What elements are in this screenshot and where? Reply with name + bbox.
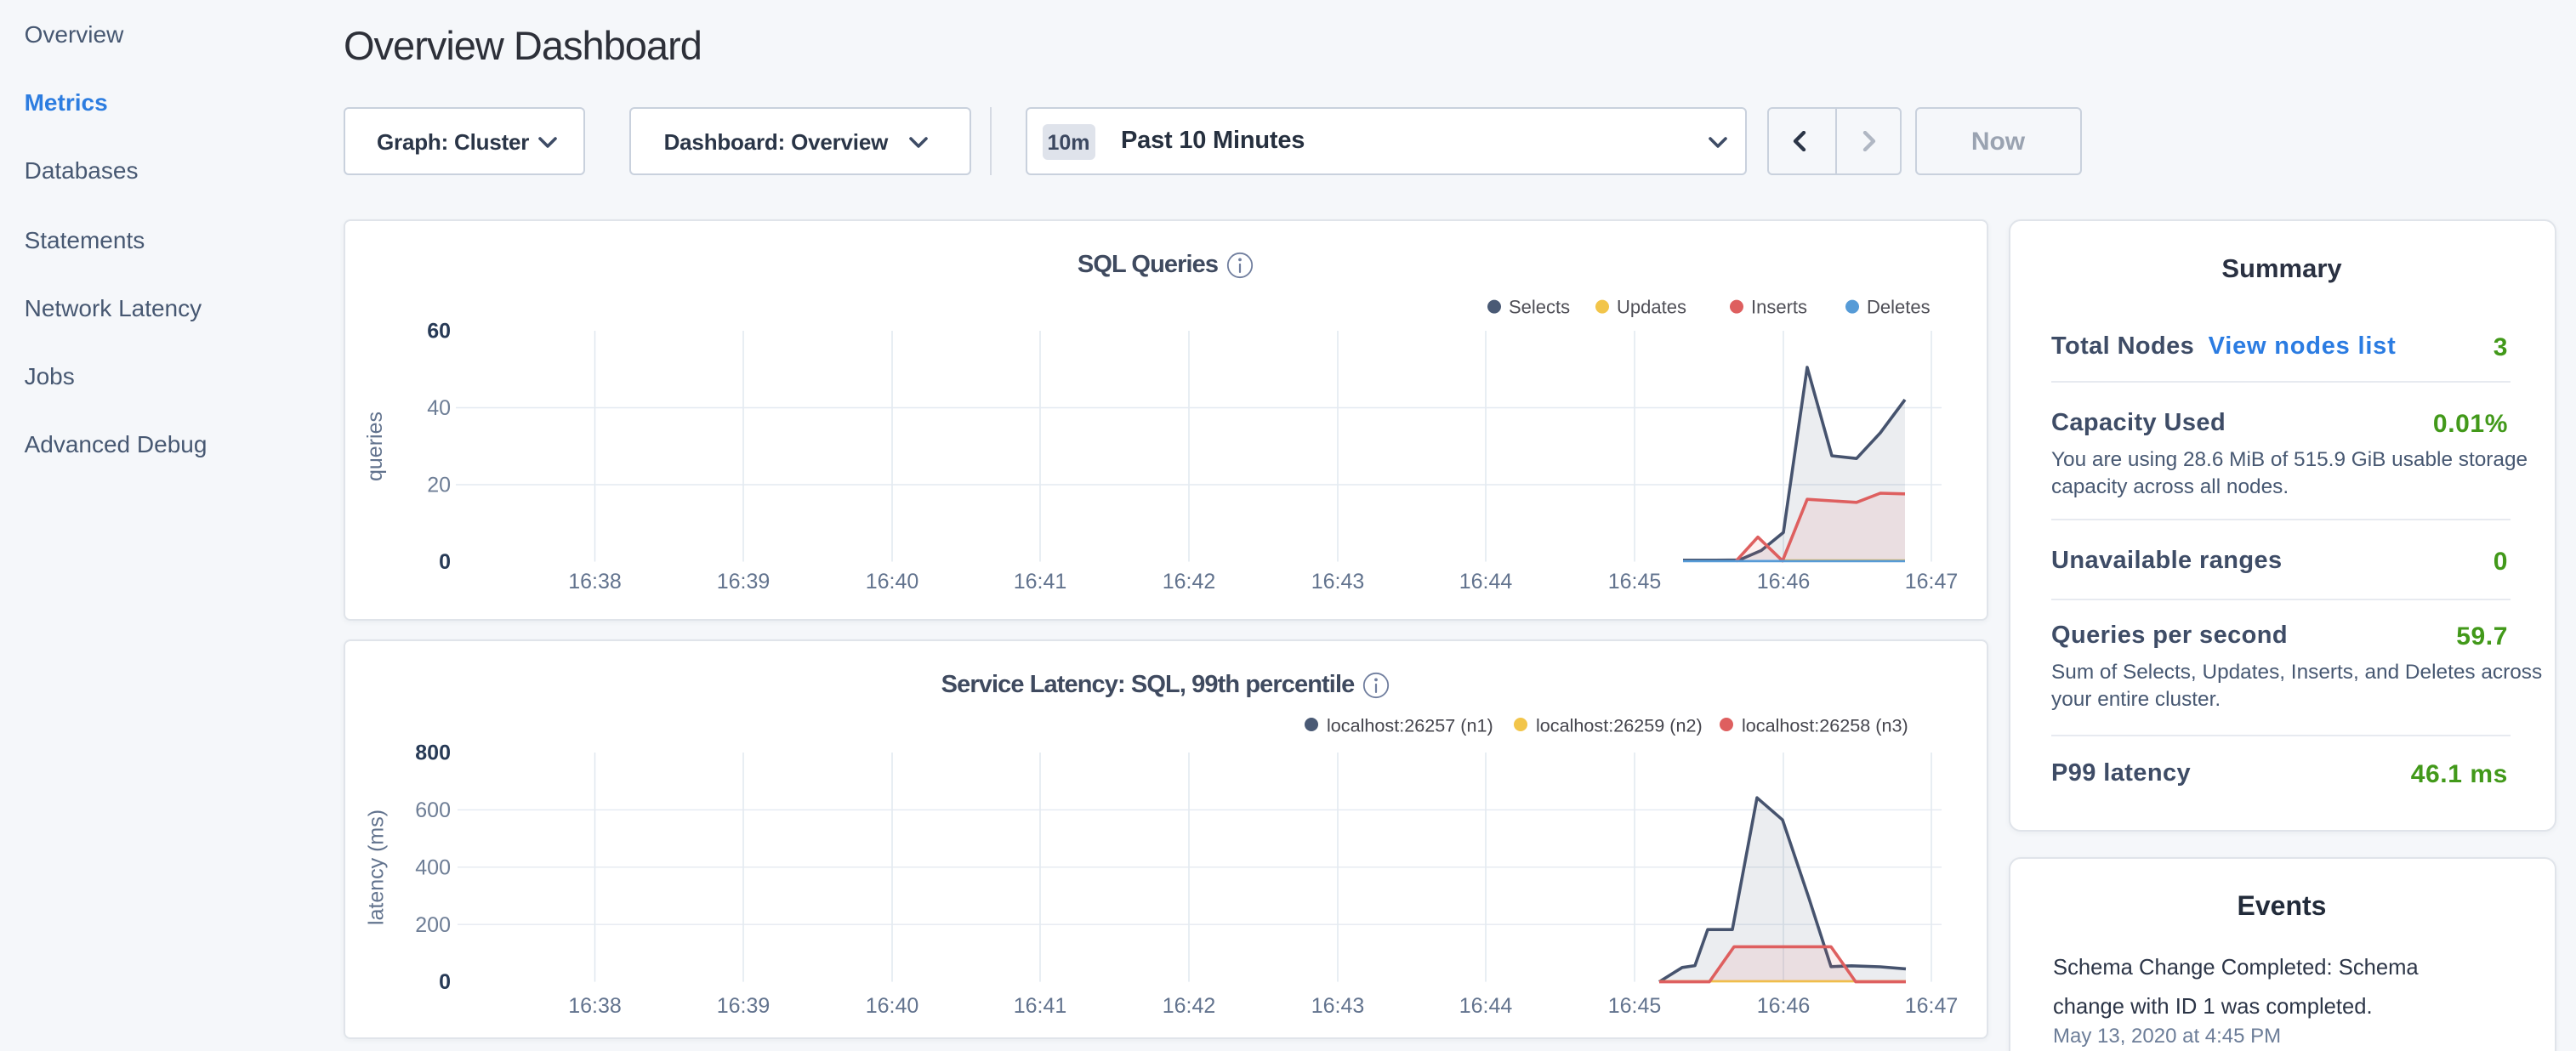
svg-text:16:43: 16:43: [1311, 570, 1364, 594]
svg-text:200: 200: [414, 913, 450, 937]
svg-text:localhost:26258 (n3): localhost:26258 (n3): [1741, 715, 1908, 736]
svg-text:16:46: 16:46: [1756, 570, 1810, 594]
svg-text:Inserts: Inserts: [1750, 296, 1806, 317]
svg-text:16:45: 16:45: [1607, 570, 1661, 594]
svg-text:16:43: 16:43: [1311, 994, 1364, 1018]
svg-text:16:42: 16:42: [1162, 994, 1215, 1018]
svg-text:16:40: 16:40: [865, 994, 918, 1018]
svg-text:Deletes: Deletes: [1866, 296, 1930, 317]
svg-text:16:47: 16:47: [1904, 570, 1958, 594]
svg-text:16:40: 16:40: [865, 570, 918, 594]
svg-text:16:47: 16:47: [1904, 994, 1958, 1018]
svg-text:Updates: Updates: [1616, 296, 1686, 317]
svg-text:600: 600: [414, 798, 450, 822]
svg-text:queries: queries: [362, 412, 386, 481]
svg-text:60: 60: [426, 320, 450, 344]
svg-text:16:45: 16:45: [1607, 994, 1661, 1018]
svg-text:16:39: 16:39: [716, 994, 770, 1018]
svg-text:localhost:26259 (n2): localhost:26259 (n2): [1535, 715, 1702, 736]
svg-text:16:46: 16:46: [1756, 994, 1810, 1018]
svg-text:16:42: 16:42: [1162, 570, 1215, 594]
svg-text:localhost:26257 (n1): localhost:26257 (n1): [1326, 715, 1493, 736]
svg-text:16:39: 16:39: [716, 570, 770, 594]
svg-text:800: 800: [414, 741, 450, 765]
svg-text:20: 20: [426, 474, 450, 497]
svg-text:latency (ms): latency (ms): [363, 810, 387, 925]
svg-text:400: 400: [414, 855, 450, 879]
svg-text:40: 40: [426, 396, 450, 420]
svg-text:Selects: Selects: [1508, 296, 1569, 317]
svg-text:16:38: 16:38: [567, 570, 621, 594]
svg-text:16:41: 16:41: [1013, 994, 1066, 1018]
svg-text:16:44: 16:44: [1459, 994, 1512, 1018]
svg-text:16:44: 16:44: [1459, 570, 1512, 594]
svg-text:16:38: 16:38: [567, 994, 621, 1018]
svg-text:16:41: 16:41: [1013, 570, 1066, 594]
svg-text:0: 0: [438, 970, 450, 994]
svg-text:0: 0: [438, 550, 450, 574]
